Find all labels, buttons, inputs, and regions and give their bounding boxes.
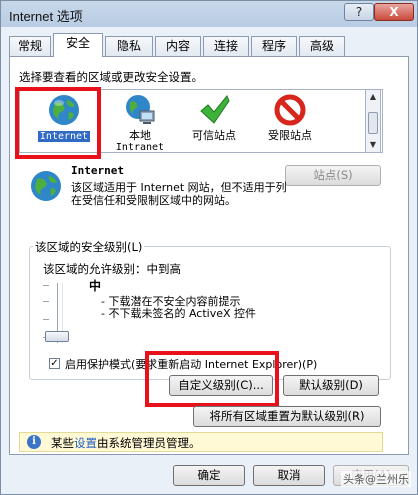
zone-local-label: 本地 (129, 129, 151, 142)
zone-restricted-label: 受限站点 (268, 129, 312, 142)
zone-trusted-label: 可信站点 (192, 129, 236, 142)
zone-local-intranet[interactable]: 本地 Intranet (105, 93, 175, 153)
forbidden-icon (274, 94, 306, 126)
security-level-group-label: 该区域的安全级别(L) (33, 239, 145, 255)
selected-zone-description: 该区域适用于 Internet 网站，但不适用于列在受信任和受限制区域中的网站。 (71, 181, 287, 207)
level-bullet-2: - 不下载未签名的 ActiveX 控件 (101, 307, 257, 320)
watermark-text: 头条@兰州乐 (341, 471, 411, 487)
highlight-box-internet-zone (15, 87, 101, 159)
managed-info-text: 某些设置由系统管理员管理。 (51, 435, 201, 451)
zone-instruction: 选择要查看的区域或更改安全设置。 (19, 70, 203, 84)
check-icon (200, 95, 230, 124)
internet-options-dialog: Internet 选项 ? X 常规 安全 隐私 内容 连接 程序 高级 选择要… (0, 0, 418, 495)
info-prefix: 某些 (51, 436, 74, 450)
allowed-levels-text: 该区域的允许级别：中到高 (43, 262, 181, 276)
scroll-thumb[interactable] (368, 112, 378, 134)
close-button[interactable]: X (374, 3, 414, 21)
cancel-button[interactable]: 取消 (253, 465, 325, 486)
slider-tick (43, 285, 49, 286)
settings-link[interactable]: 设置 (74, 436, 97, 450)
tab-content[interactable]: 内容 (155, 36, 201, 56)
reset-all-zones-button[interactable]: 将所有区域重置为默认级别(R) (193, 406, 381, 427)
tab-advanced[interactable]: 高级 (299, 36, 345, 56)
scroll-up-icon[interactable]: ▲ (366, 90, 380, 104)
info-suffix: 由系统管理员管理。 (97, 436, 201, 450)
zone-restricted-sites[interactable]: 受限站点 (255, 93, 325, 142)
security-level-slider-thumb[interactable] (45, 331, 69, 342)
zone-list-scrollbar[interactable]: ▲ ▼ (365, 89, 381, 153)
slider-tick (43, 301, 49, 302)
ok-button[interactable]: 确定 (173, 465, 245, 486)
tab-connections[interactable]: 连接 (203, 36, 249, 56)
selected-zone-globe-icon (31, 171, 61, 201)
selected-zone-name: Internet (71, 164, 124, 177)
tab-privacy[interactable]: 隐私 (105, 36, 153, 56)
sites-button[interactable]: 站点(S) (285, 165, 381, 186)
highlight-box-custom-level (145, 351, 279, 407)
default-level-button[interactable]: 默认级别(D) (283, 375, 379, 396)
slider-tick (43, 319, 49, 320)
title-bar: Internet 选项 ? X (1, 1, 417, 27)
tab-programs[interactable]: 程序 (251, 36, 297, 56)
tab-general[interactable]: 常规 (9, 36, 51, 56)
window-title: Internet 选项 (9, 9, 83, 24)
help-button[interactable]: ? (344, 3, 374, 21)
tab-security[interactable]: 安全 (53, 33, 103, 57)
protected-mode-checkbox[interactable]: ✓ (49, 358, 60, 369)
scroll-down-icon[interactable]: ▼ (366, 138, 380, 152)
info-icon: i (27, 435, 41, 449)
zone-trusted-sites[interactable]: 可信站点 (179, 93, 249, 142)
security-level-name: 中 (89, 279, 102, 293)
local-intranet-icon (126, 95, 155, 124)
zone-local-sublabel: Intranet (115, 142, 165, 153)
